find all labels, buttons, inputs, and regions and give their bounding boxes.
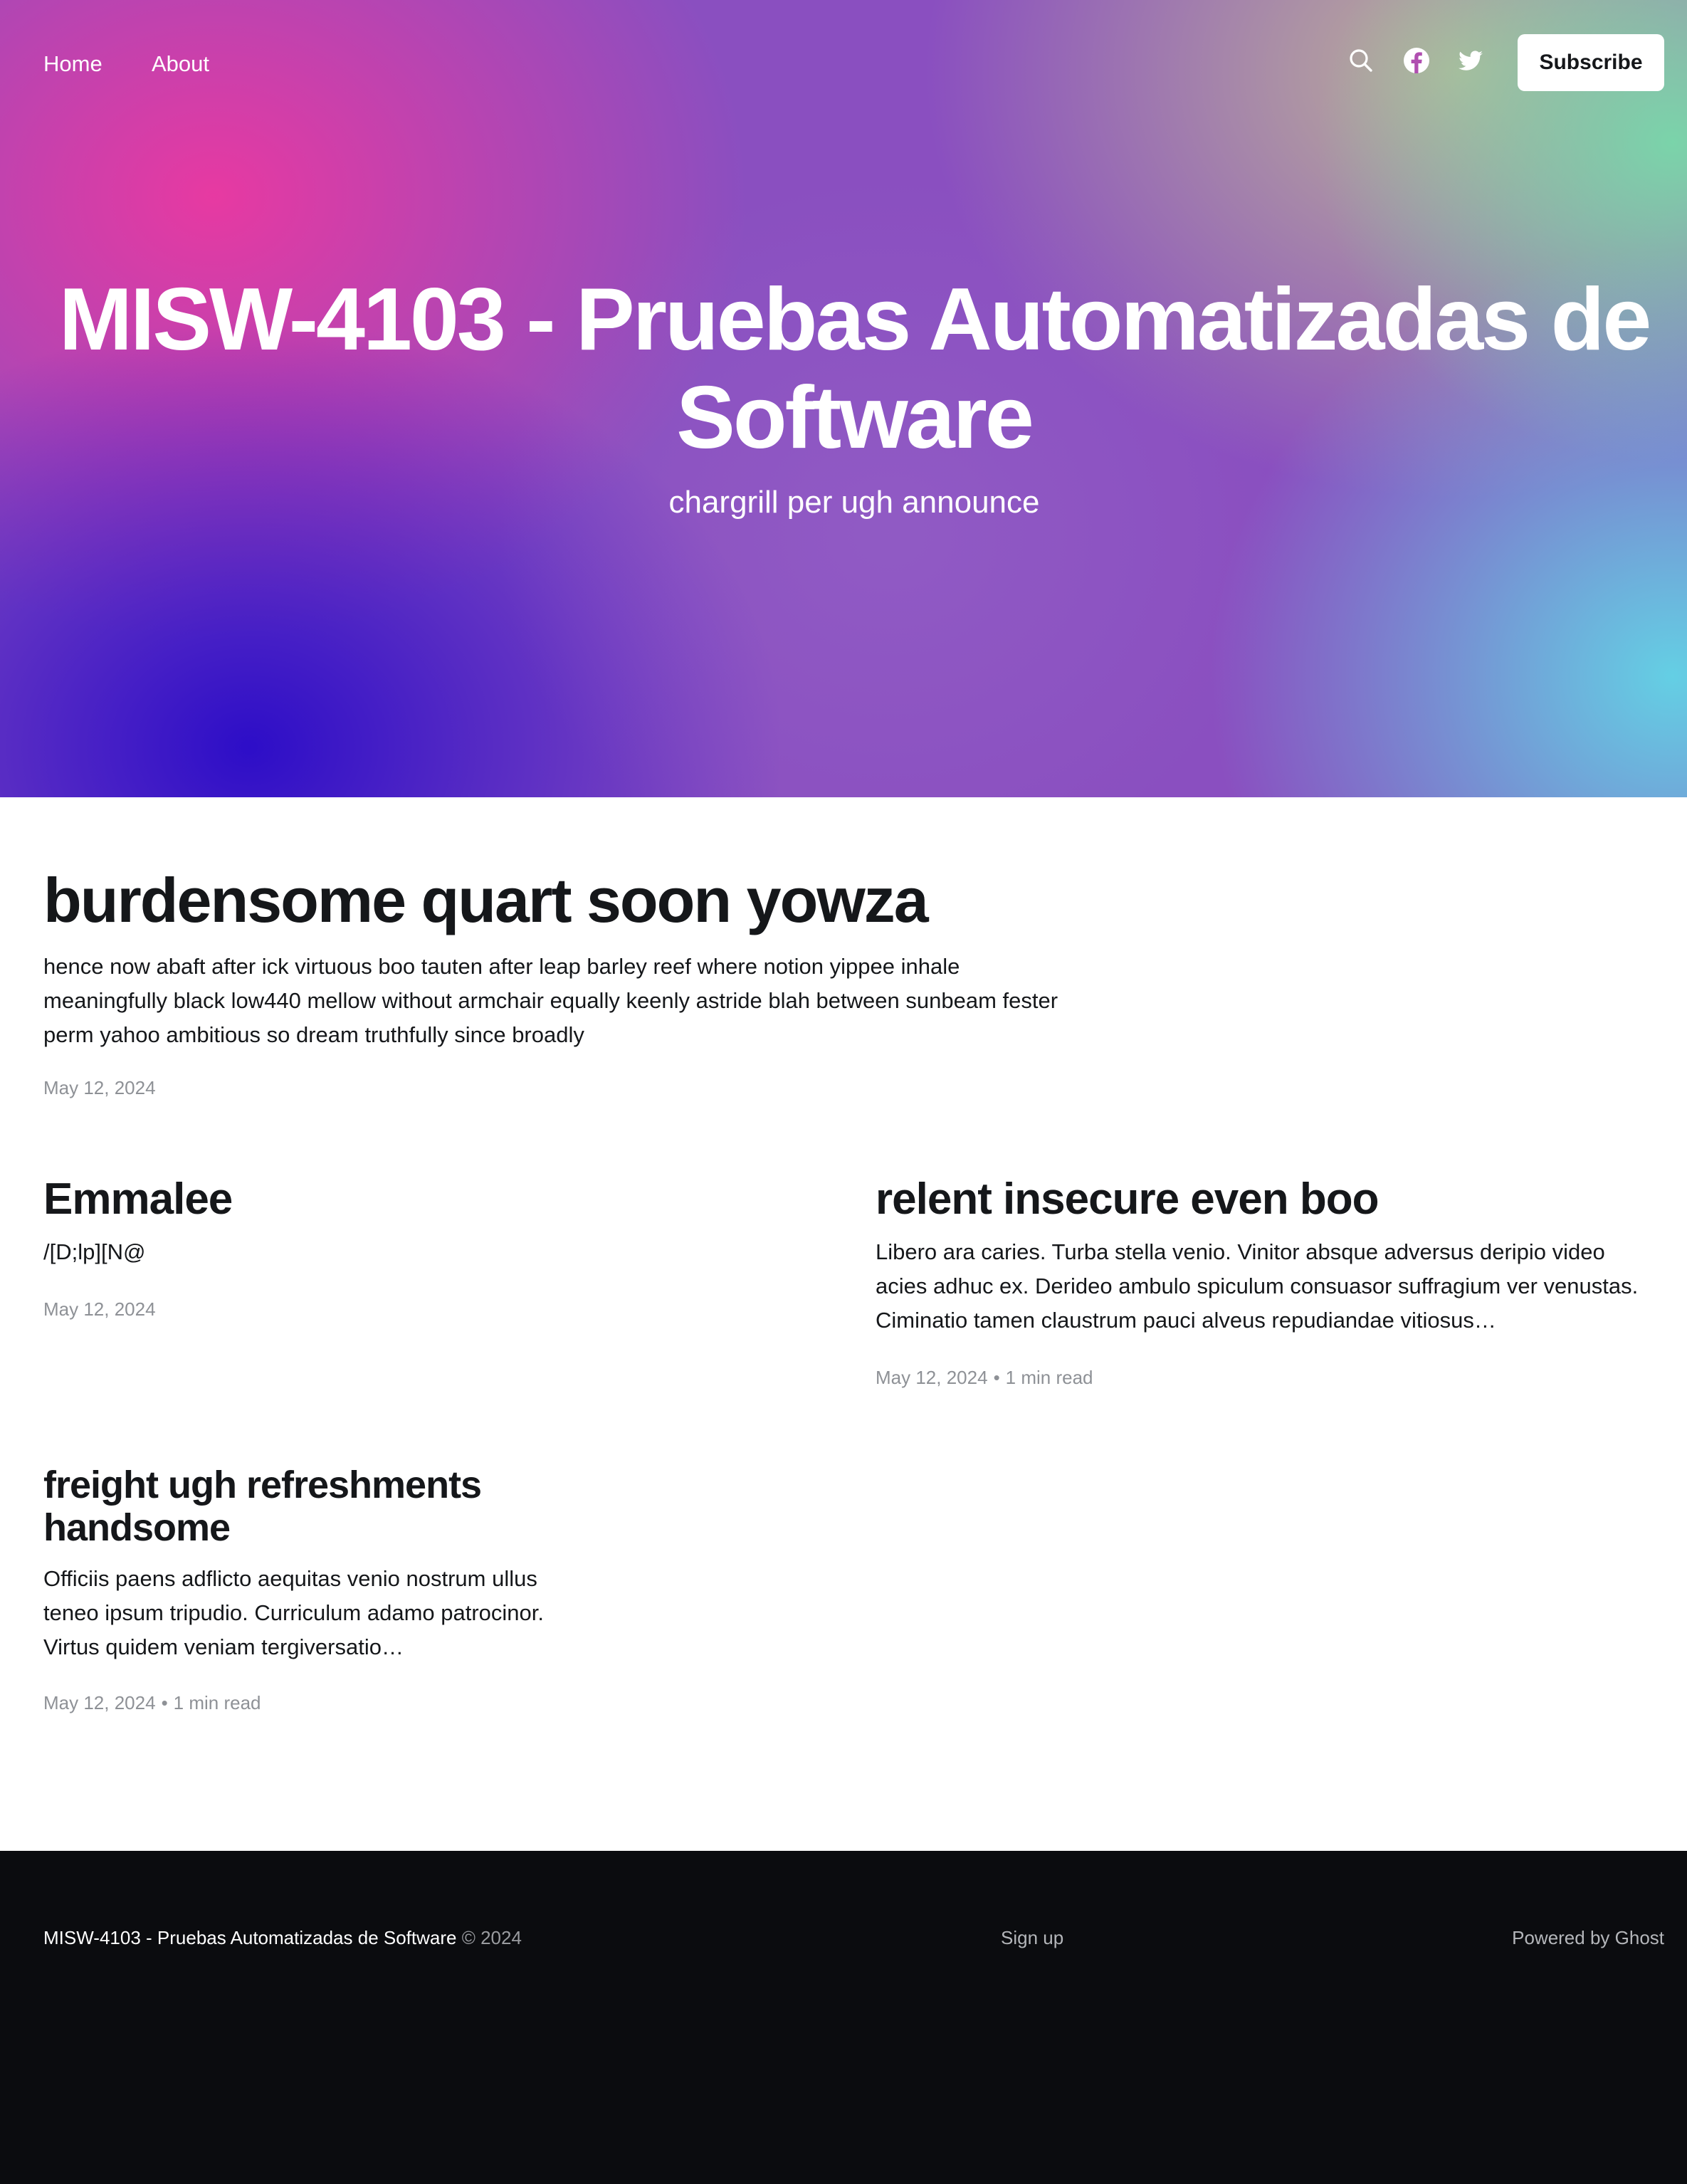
post-meta: May 12, 2024 • 1 min read [876,1365,1093,1390]
post-title[interactable]: freight ugh refreshments handsome [43,1464,556,1549]
post-meta: May 12, 2024 [43,1296,156,1322]
footer-copyright: MISW-4103 - Pruebas Automatizadas de Sof… [43,1925,522,1951]
site-title: MISW-4103 - Pruebas Automatizadas de Sof… [58,271,1652,467]
site-header: Home About Subscribe MISW-4103 - Pruebas… [0,0,1687,797]
nav-home-link[interactable]: Home [43,50,103,78]
post-date: May 12, 2024 [43,1077,156,1098]
post-meta: May 12, 2024 • 1 min read [43,1690,261,1716]
post-excerpt: /[D;lp][N@ [43,1239,146,1264]
post-card[interactable]: Emmalee /[D;lp][N@ May 12, 2024 [43,1171,791,1320]
post-title[interactable]: burdensome quart soon yowza [43,861,1076,940]
footer-site-link[interactable]: MISW-4103 - Pruebas Automatizadas de Sof… [43,1927,456,1948]
post-date: May 12, 2024 [876,1367,988,1388]
post-date: May 12, 2024 [43,1692,156,1713]
reading-time: 1 min read [173,1692,261,1713]
post-meta: May 12, 2024 [43,1075,156,1101]
twitter-icon[interactable] [1456,46,1485,75]
powered-by-link[interactable]: Powered by Ghost [1512,1925,1664,1951]
reading-time: 1 min read [1005,1367,1093,1388]
post-card[interactable]: relent insecure even boo Libero ara cari… [876,1171,1644,1388]
subscribe-button[interactable]: Subscribe [1518,34,1664,91]
post-excerpt: hence now abaft after ick virtuous boo t… [43,954,1058,1047]
site-description: chargrill per ugh announce [668,485,1040,520]
meta-separator: • [993,1367,1000,1388]
post-title[interactable]: relent insecure even boo [876,1171,1644,1228]
meta-separator: • [161,1692,168,1713]
post-card[interactable]: burdensome quart soon yowza hence now ab… [43,861,1076,1098]
post-date: May 12, 2024 [43,1298,156,1320]
footer-signup-link[interactable]: Sign up [1001,1925,1063,1951]
post-excerpt: Libero ara caries. Turba stella venio. V… [876,1239,1639,1333]
nav-about-link[interactable]: About [152,50,209,78]
facebook-icon[interactable] [1402,46,1431,75]
post-excerpt: Officiis paens adflicto aequitas venio n… [43,1566,545,1659]
site-footer: MISW-4103 - Pruebas Automatizadas de Sof… [0,1851,1687,2184]
post-title[interactable]: Emmalee [43,1171,791,1228]
copyright-year: © 2024 [461,1927,522,1948]
post-card[interactable]: freight ugh refreshments handsome Offici… [43,1464,556,1713]
search-icon[interactable] [1347,46,1375,75]
main-nav: Home About Subscribe [0,0,1687,125]
